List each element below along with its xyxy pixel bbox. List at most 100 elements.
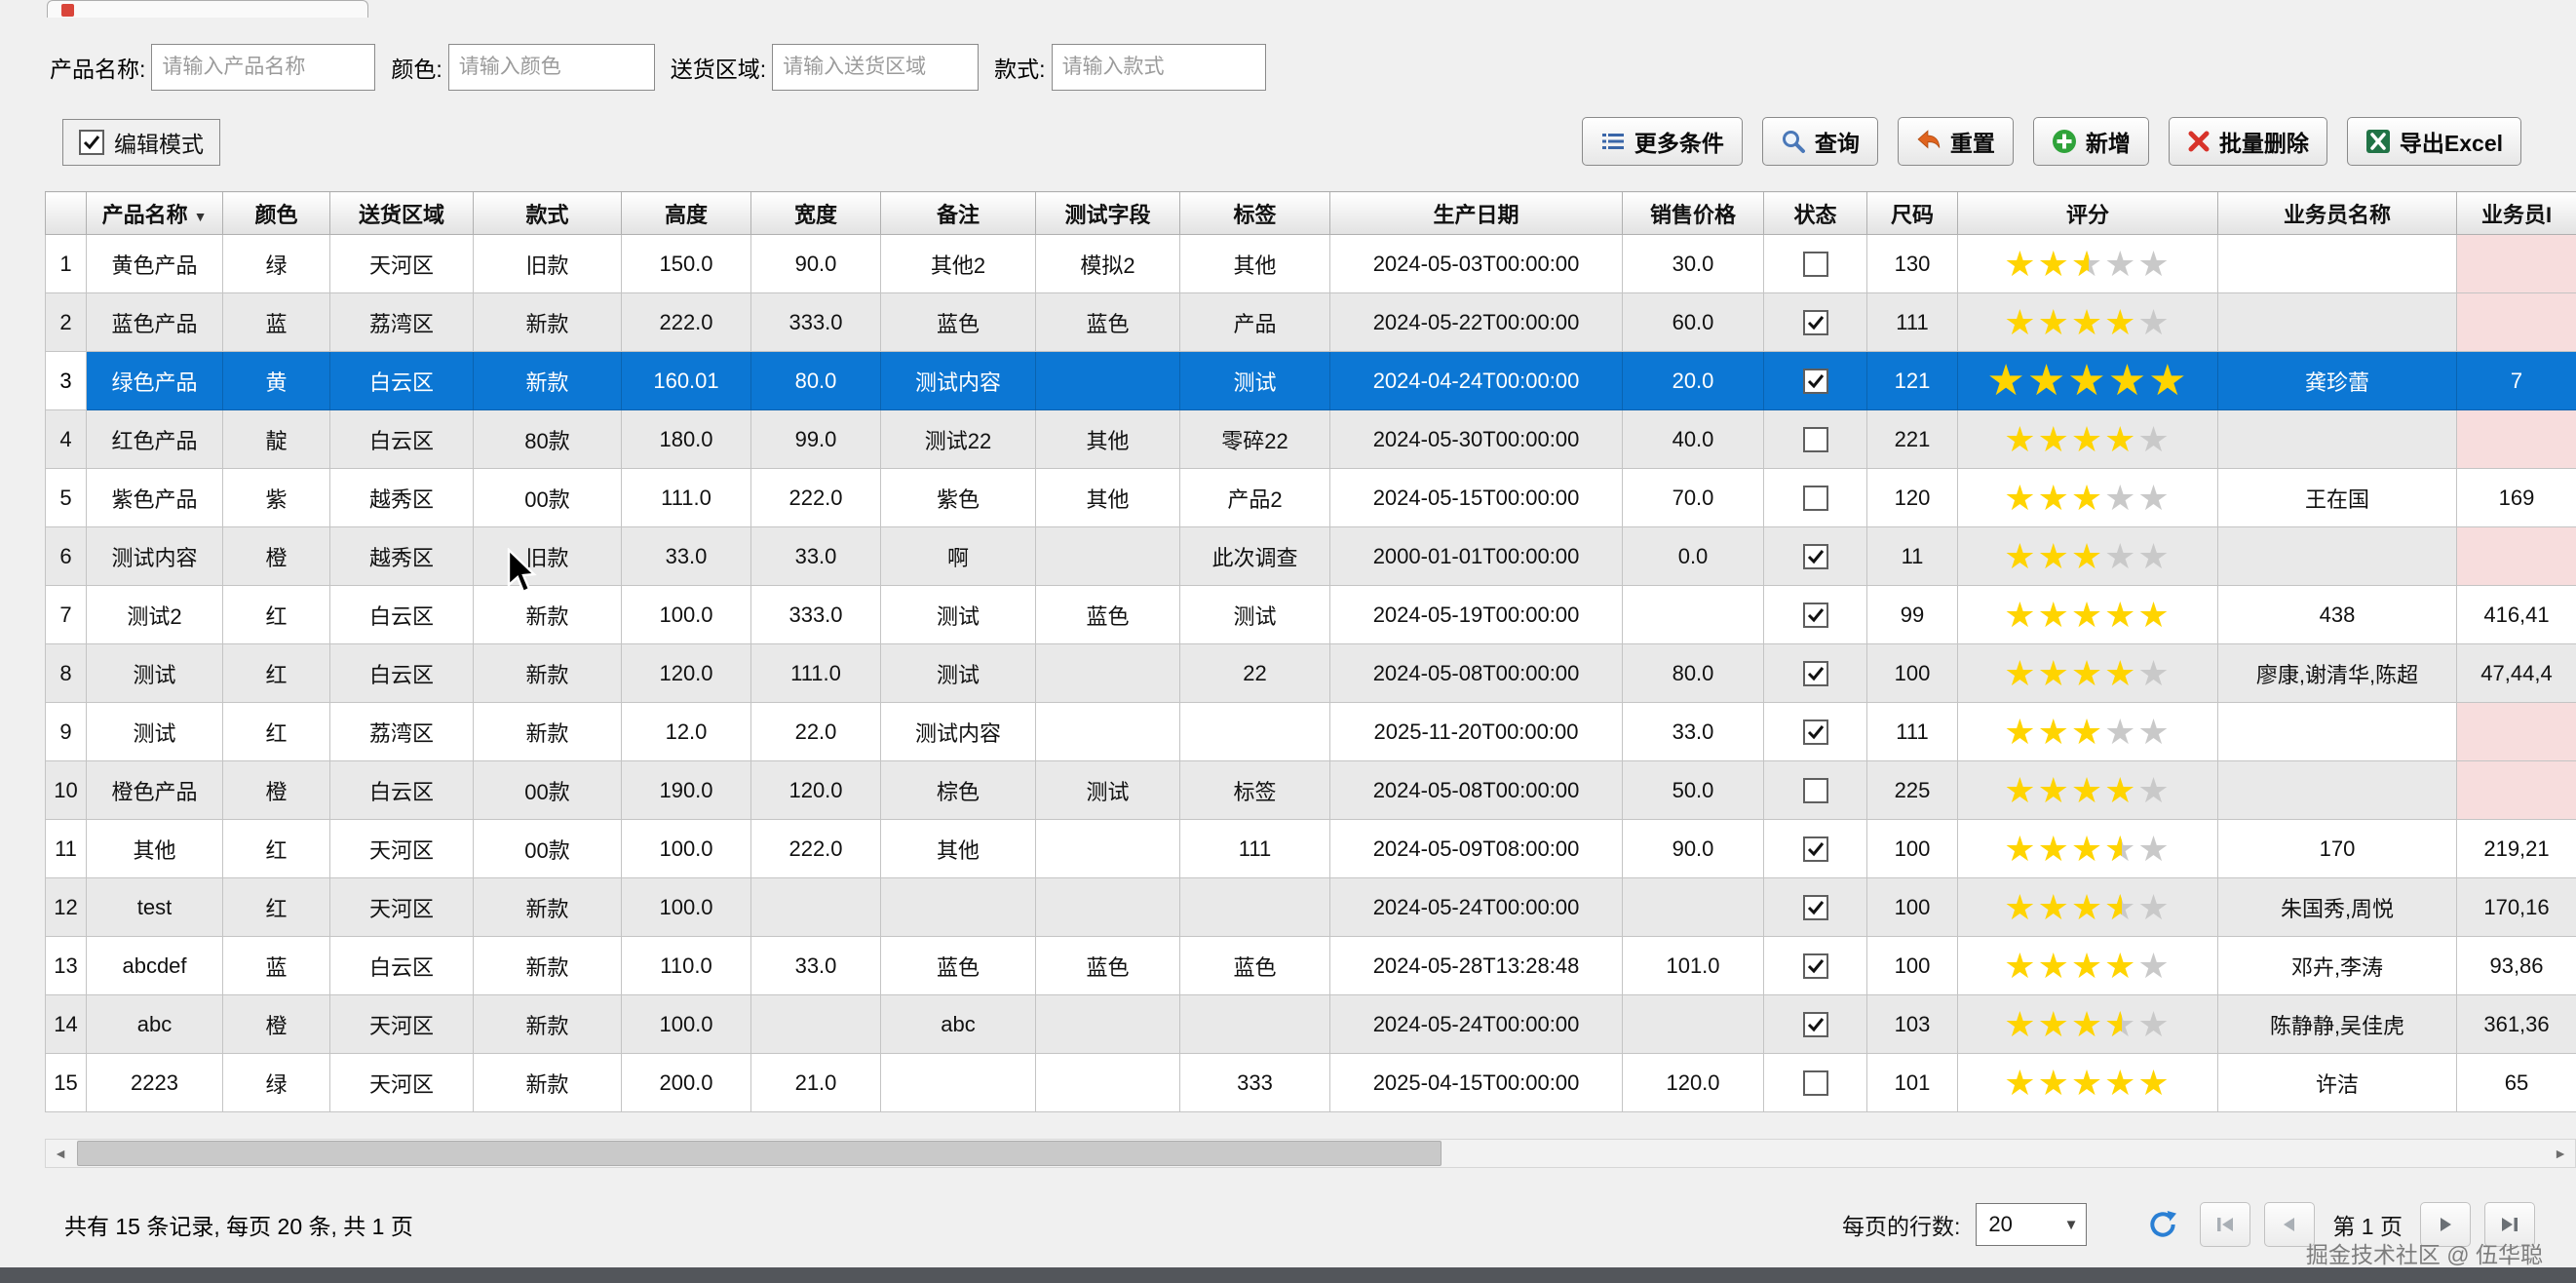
cell-tag[interactable]: 此次调查 (1180, 527, 1330, 586)
cell-note[interactable]: 蓝色 (881, 937, 1036, 995)
cell-salesman-id[interactable]: 7 (2457, 352, 2576, 410)
cell-status[interactable] (1764, 1054, 1867, 1112)
cell-size[interactable]: 111 (1867, 703, 1958, 761)
rating-stars[interactable]: ★★★★★ (2004, 773, 2171, 808)
column-header-width[interactable]: 宽度 (751, 192, 881, 235)
cell-salesman-id[interactable]: 93,86 (2457, 937, 2576, 995)
cell-test-field[interactable] (1036, 644, 1180, 703)
cell-rating[interactable]: ★★★★★ (1958, 703, 2218, 761)
row-number[interactable]: 10 (46, 761, 87, 820)
cell-production-date[interactable]: 2025-04-15T00:00:00 (1330, 1054, 1623, 1112)
cell-salesman[interactable]: 陈静静,吴佳虎 (2218, 995, 2457, 1054)
cell-delivery-area[interactable]: 白云区 (330, 937, 474, 995)
cell-salesman[interactable] (2218, 527, 2457, 586)
cell-product-name[interactable]: 测试2 (87, 586, 223, 644)
cell-size[interactable]: 11 (1867, 527, 1958, 586)
cell-note[interactable]: 测试内容 (881, 352, 1036, 410)
cell-tag[interactable]: 产品2 (1180, 469, 1330, 527)
table-row[interactable]: 152223绿天河区新款200.021.03332025-04-15T00:00… (46, 1054, 2576, 1112)
table-row[interactable]: 14abc橙天河区新款100.0abc2024-05-24T00:00:0010… (46, 995, 2576, 1054)
status-checkbox[interactable] (1803, 427, 1828, 452)
cell-salesman[interactable]: 龚珍蕾 (2218, 352, 2457, 410)
rating-stars[interactable]: ★★★★★ (2004, 598, 2171, 633)
cell-sale-price[interactable]: 90.0 (1623, 820, 1764, 878)
column-header-style[interactable]: 款式 (474, 192, 622, 235)
cell-test-field[interactable] (1036, 527, 1180, 586)
table-row[interactable]: 5紫色产品紫越秀区00款111.0222.0紫色其他产品22024-05-15T… (46, 469, 2576, 527)
cell-salesman-id[interactable] (2457, 761, 2576, 820)
rating-stars[interactable]: ★★★★★ (2004, 1066, 2171, 1101)
cell-tag[interactable] (1180, 703, 1330, 761)
cell-size[interactable]: 225 (1867, 761, 1958, 820)
cell-rating[interactable]: ★★★★★ (1958, 469, 2218, 527)
cell-test-field[interactable]: 蓝色 (1036, 293, 1180, 352)
cell-salesman-id[interactable]: 65 (2457, 1054, 2576, 1112)
cell-product-name[interactable]: 绿色产品 (87, 352, 223, 410)
status-checkbox[interactable] (1803, 252, 1828, 277)
cell-salesman[interactable]: 廖康,谢清华,陈超 (2218, 644, 2457, 703)
table-row[interactable]: 2蓝色产品蓝荔湾区新款222.0333.0蓝色蓝色产品2024-05-22T00… (46, 293, 2576, 352)
horizontal-scrollbar[interactable]: ◄ ► (45, 1139, 2576, 1168)
cell-color[interactable]: 橙 (223, 527, 330, 586)
cell-note[interactable] (881, 878, 1036, 937)
cell-sale-price[interactable]: 20.0 (1623, 352, 1764, 410)
cell-note[interactable]: 啊 (881, 527, 1036, 586)
cell-style[interactable]: 新款 (474, 1054, 622, 1112)
edit-mode-checkbox[interactable] (79, 130, 104, 155)
cell-note[interactable]: abc (881, 995, 1036, 1054)
rows-per-page-select[interactable]: 20 ▼ (1976, 1203, 2087, 1246)
cell-status[interactable] (1764, 527, 1867, 586)
cell-product-name[interactable]: abc (87, 995, 223, 1054)
cell-size[interactable]: 100 (1867, 644, 1958, 703)
cell-style[interactable]: 新款 (474, 586, 622, 644)
rating-stars[interactable]: ★★★★★★ (2004, 890, 2171, 925)
cell-color[interactable]: 红 (223, 703, 330, 761)
cell-color[interactable]: 靛 (223, 410, 330, 469)
cell-note[interactable]: 测试 (881, 586, 1036, 644)
cell-width[interactable]: 33.0 (751, 937, 881, 995)
rating-stars[interactable]: ★★★★★★ (2004, 247, 2171, 282)
table-row[interactable]: 10橙色产品橙白云区00款190.0120.0棕色测试标签2024-05-08T… (46, 761, 2576, 820)
cell-salesman-id[interactable] (2457, 235, 2576, 293)
column-header-tag[interactable]: 标签 (1180, 192, 1330, 235)
row-number[interactable]: 14 (46, 995, 87, 1054)
cell-rating[interactable]: ★★★★★★ (1958, 820, 2218, 878)
cell-sale-price[interactable]: 33.0 (1623, 703, 1764, 761)
cell-color[interactable]: 红 (223, 878, 330, 937)
cell-height[interactable]: 150.0 (622, 235, 751, 293)
cell-rating[interactable]: ★★★★★ (1958, 937, 2218, 995)
status-checkbox[interactable] (1803, 719, 1828, 745)
column-header-status[interactable]: 状态 (1764, 192, 1867, 235)
table-row[interactable]: 8测试红白云区新款120.0111.0测试222024-05-08T00:00:… (46, 644, 2576, 703)
add-button[interactable]: 新增 (2033, 117, 2149, 166)
cell-tag[interactable]: 蓝色 (1180, 937, 1330, 995)
scrollbar-thumb[interactable] (77, 1141, 1442, 1166)
cell-salesman[interactable] (2218, 293, 2457, 352)
column-header-size[interactable]: 尺码 (1867, 192, 1958, 235)
cell-status[interactable] (1764, 820, 1867, 878)
column-header-salesman-id[interactable]: 业务员I (2457, 192, 2576, 235)
cell-color[interactable]: 黄 (223, 352, 330, 410)
cell-tag[interactable] (1180, 995, 1330, 1054)
cell-rating[interactable]: ★★★★★★ (1958, 878, 2218, 937)
cell-color[interactable]: 红 (223, 820, 330, 878)
cell-delivery-area[interactable]: 白云区 (330, 644, 474, 703)
cell-style[interactable]: 新款 (474, 937, 622, 995)
status-checkbox[interactable] (1803, 778, 1828, 803)
cell-rating[interactable]: ★★★★★ (1958, 527, 2218, 586)
cell-status[interactable] (1764, 235, 1867, 293)
cell-test-field[interactable]: 模拟2 (1036, 235, 1180, 293)
cell-product-name[interactable]: 测试内容 (87, 527, 223, 586)
cell-test-field[interactable]: 其他 (1036, 469, 1180, 527)
cell-salesman[interactable]: 170 (2218, 820, 2457, 878)
cell-note[interactable]: 其他2 (881, 235, 1036, 293)
cell-height[interactable]: 110.0 (622, 937, 751, 995)
cell-width[interactable]: 333.0 (751, 293, 881, 352)
row-number[interactable]: 5 (46, 469, 87, 527)
cell-delivery-area[interactable]: 天河区 (330, 995, 474, 1054)
cell-color[interactable]: 橙 (223, 761, 330, 820)
cell-width[interactable]: 222.0 (751, 469, 881, 527)
rating-stars[interactable]: ★★★★★★ (2004, 1007, 2171, 1042)
cell-note[interactable]: 紫色 (881, 469, 1036, 527)
cell-status[interactable] (1764, 937, 1867, 995)
